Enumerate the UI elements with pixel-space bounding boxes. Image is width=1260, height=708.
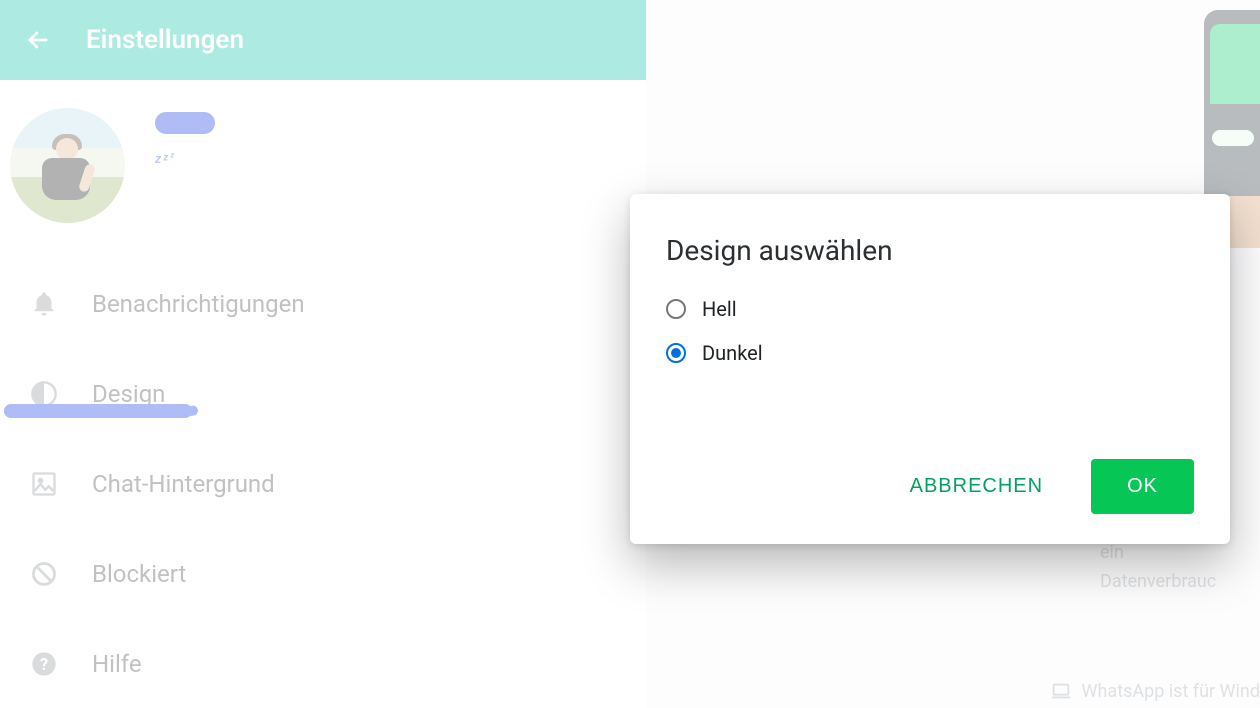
- dialog-actions: ABBRECHEN OK: [666, 459, 1194, 514]
- ok-button[interactable]: OK: [1091, 459, 1194, 514]
- theme-dialog: Design auswählen Hell Dunkel ABBRECHEN O…: [630, 194, 1230, 544]
- radio-label: Hell: [702, 297, 737, 321]
- cancel-button[interactable]: ABBRECHEN: [902, 463, 1051, 510]
- theme-option-light[interactable]: Hell: [666, 297, 1194, 321]
- theme-option-dark[interactable]: Dunkel: [666, 341, 1194, 365]
- theme-radio-group: Hell Dunkel: [666, 297, 1194, 459]
- radio-icon[interactable]: [666, 343, 686, 363]
- dialog-title: Design auswählen: [666, 234, 1194, 267]
- radio-label: Dunkel: [702, 341, 763, 365]
- radio-icon[interactable]: [666, 299, 686, 319]
